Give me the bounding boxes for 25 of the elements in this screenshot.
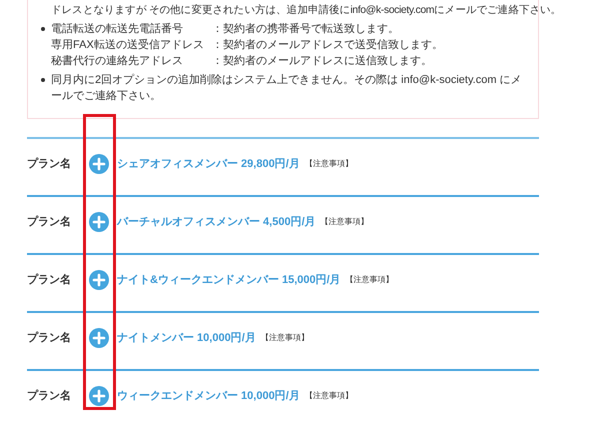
plan-label: プラン名 [27, 272, 72, 288]
setting-label: 電話転送の転送先電話番号 [51, 22, 184, 37]
setting-label: 秘書代行の連絡先アドレス [51, 54, 184, 69]
add-icon[interactable] [89, 270, 109, 290]
setting-value: ：契約者のメールアドレスで送受信致します。 [212, 38, 443, 53]
note-link[interactable]: 【注意事項】 [304, 158, 353, 170]
plan-label: プラン名 [27, 214, 72, 230]
bullet-icon [41, 27, 45, 31]
plan-label: プラン名 [27, 388, 72, 404]
plan-label: プラン名 [27, 330, 72, 346]
notice-text: 同月内に2回オプションの追加削除はシステム上できません。その際は info@k-society.com にメールでご連絡下さい。 [51, 72, 523, 104]
note-link[interactable]: 【注意事項】 [260, 332, 309, 344]
add-icon[interactable] [89, 212, 109, 232]
note-link[interactable]: 【注意事項】 [304, 390, 353, 402]
setting-label: 専用FAX転送の送受信アドレス [51, 38, 204, 53]
add-icon[interactable] [89, 154, 109, 174]
add-icon[interactable] [89, 386, 109, 406]
note-link[interactable]: 【注意事項】 [320, 216, 369, 228]
notice-text: ドレスとなりますが その他に変更されたい方は、追加申請後にinfo@k-society.comにメールでご連絡下さい。 [51, 3, 562, 18]
plan-label: プラン名 [27, 156, 72, 172]
setting-value: ：契約者の携帯番号で転送致します。 [212, 22, 400, 37]
note-link[interactable]: 【注意事項】 [346, 274, 394, 286]
bullet-icon [41, 78, 45, 82]
setting-value: ：契約者のメールアドレスに送信致します。 [212, 54, 433, 69]
add-icon[interactable] [89, 328, 109, 348]
